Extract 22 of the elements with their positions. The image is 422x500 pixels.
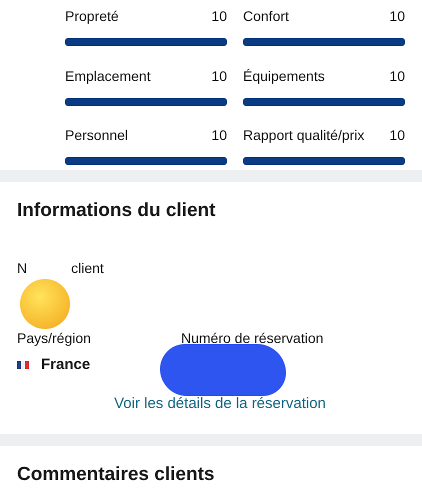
field-label: Numéro de réservation — [181, 330, 324, 348]
rating-score: 10 — [211, 127, 227, 144]
rating-label: Équipements — [243, 68, 325, 84]
field-label: Pays/région — [17, 330, 92, 346]
rating-score: 10 — [211, 8, 227, 24]
rating-score: 10 — [389, 127, 405, 144]
section-title: Commentaires clients — [17, 464, 216, 486]
reservation-details-link[interactable]: Voir les détails de la réservation — [35, 395, 405, 412]
rating-label: Confort — [243, 8, 289, 24]
field-label: client — [71, 260, 104, 276]
rating-label: Propreté — [65, 8, 119, 24]
rating-score: 10 — [389, 8, 405, 24]
redaction-sticker — [20, 279, 70, 329]
flag-icon — [17, 360, 29, 368]
rating-label: Rapport qualité/prix — [243, 127, 364, 144]
country-value: France — [41, 356, 90, 373]
section-title: Informations du client — [17, 200, 216, 222]
field-label: N — [17, 260, 28, 276]
rating-score: 10 — [389, 68, 405, 84]
rating-label: Emplacement — [65, 68, 151, 84]
rating-label: Personnel — [65, 127, 128, 144]
rating-score: 10 — [211, 68, 227, 84]
